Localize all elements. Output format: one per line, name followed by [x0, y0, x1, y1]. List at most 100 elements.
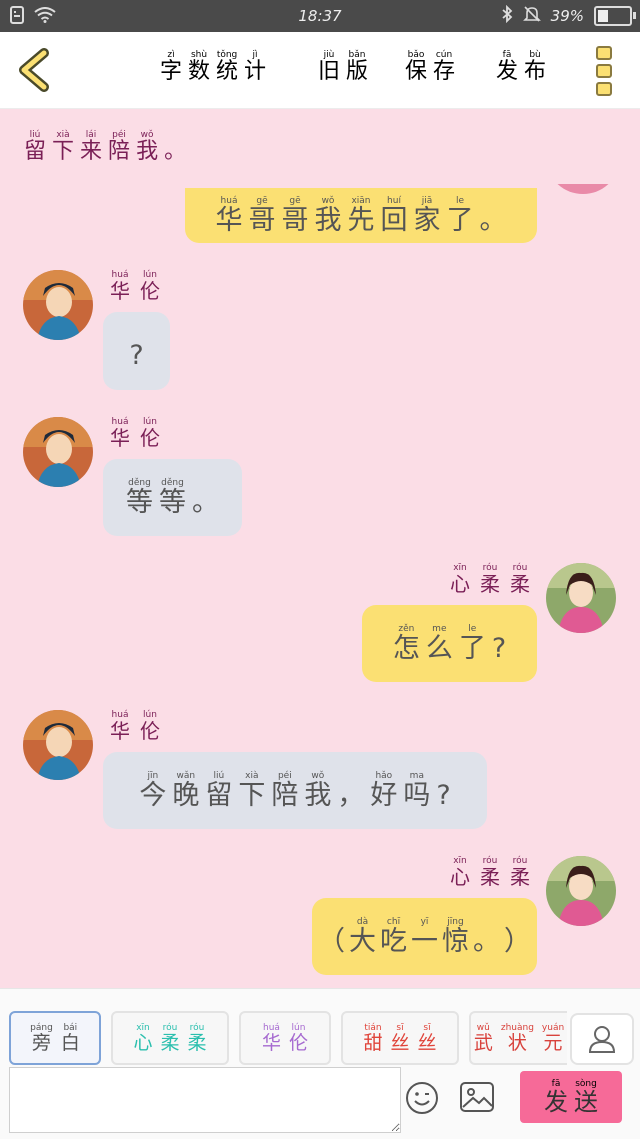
ruby-char: huá 华 [261, 1022, 281, 1054]
ruby-char: le 了 [458, 623, 486, 664]
ruby-char: le 了 [446, 195, 474, 236]
ruby-char: bái 白 [60, 1022, 80, 1054]
sender-name: huá 华 lún 伦 [110, 710, 160, 742]
message-text: （ dà 大 chī 吃 yī 一 jīng 惊 。 ） [318, 917, 531, 957]
sender-name: huá 华 lún 伦 [110, 270, 160, 302]
battery-icon [594, 6, 636, 26]
avatar-xinrourou[interactable] [546, 563, 616, 633]
ruby-char: huá 华 [110, 710, 130, 743]
scene-title: liú 留 xià 下 lái 来 péi 陪 wǒ 我 。 [24, 130, 186, 164]
ruby-char: zěn 怎 [392, 623, 420, 664]
menu-dot-icon [596, 82, 612, 96]
ruby-char: gē 哥 [248, 195, 276, 236]
ruby-char: wǒ 我 [136, 130, 159, 164]
ruby-char: ma 吗 [403, 770, 431, 811]
ruby-char: dà 大 [349, 916, 376, 957]
ruby-char: wǒ 我 [314, 195, 342, 236]
send-button[interactable]: fā 发 sòng 送 [520, 1071, 622, 1123]
message-bubble[interactable]: （ dà 大 chī 吃 yī 一 jīng 惊 。 ） [312, 898, 537, 975]
avatar-hualun[interactable] [23, 417, 93, 487]
ruby-char: gē 哥 [281, 195, 309, 236]
ruby-char: jiā 家 [413, 195, 441, 236]
ruby-char: róu 柔 [480, 563, 500, 596]
status-bar: 18:37 39% [0, 0, 640, 32]
ruby-char: jīng 惊 [442, 916, 469, 957]
emoji-button[interactable] [405, 1081, 439, 1115]
bluetooth-icon [501, 4, 513, 27]
sender-name: xīn 心 róu 柔 róu 柔 [450, 856, 530, 888]
sender-name: huá 华 lún 伦 [110, 417, 160, 449]
ruby-char: děng 等 [126, 477, 153, 518]
role-chip-tiansisi[interactable]: tián 甜 sī 丝 sī 丝 [341, 1011, 459, 1065]
ruby-char: fā 发 [496, 50, 519, 84]
muted-bell-icon [522, 5, 541, 27]
sender-name: xīn 心 róu 柔 róu 柔 [450, 563, 530, 595]
save-button[interactable]: bǎo 保 cún 存 [405, 50, 455, 84]
ruby-char: xīn 心 [450, 563, 470, 596]
ruby-char: xīn 心 [450, 856, 470, 889]
ruby-char: yuán 元 [541, 1022, 565, 1054]
ruby-char: ? [436, 779, 451, 811]
menu-dot-icon [596, 64, 612, 78]
ruby-char: lái 来 [80, 130, 103, 164]
message-text: děng 等 děng 等 。 [126, 478, 219, 518]
ruby-char: chī 吃 [380, 916, 407, 957]
menu-dot-icon [596, 46, 612, 60]
word-count-button[interactable]: zì 字 shù 数 tǒng 统 jì 计 [160, 50, 266, 84]
message-text: ? [129, 331, 143, 371]
ruby-char: hǎo 好 [370, 770, 398, 811]
ruby-char: bù 布 [524, 50, 547, 84]
ruby-char: cún 存 [433, 50, 456, 84]
ruby-char: lún 伦 [289, 1022, 309, 1054]
role-manage-button[interactable] [570, 1013, 634, 1065]
message-text: zěn 怎 me 么 le 了 ? [393, 624, 506, 664]
role-chip-narrator[interactable]: páng 旁 bái 白 [9, 1011, 101, 1065]
chevron-left-icon [19, 48, 49, 92]
ruby-char: fā 发 [544, 1078, 568, 1116]
more-menu-button[interactable] [596, 46, 616, 96]
message-input[interactable] [9, 1067, 401, 1133]
message-bubble[interactable]: jīn 今 wǎn 晚 liú 留 xià 下 péi 陪 wǒ 我 ， hǎo 好 ma 吗 … [103, 752, 487, 829]
ruby-char: ? [491, 632, 507, 664]
role-chip-wuzhuangyuan[interactable]: wǔ 武 zhuàng 状 yuán 元 [469, 1011, 567, 1065]
ruby-char: liú 留 [205, 770, 233, 811]
compose-panel: páng 旁 bái 白 xīn 心 róu 柔 róu 柔 huá 华 lún 伦 tián… [0, 988, 640, 1139]
ruby-char: huí 回 [380, 195, 408, 236]
ruby-char: tǒng 统 [216, 50, 239, 84]
message-bubble[interactable]: zěn 怎 me 么 le 了 ? [362, 605, 537, 682]
user-icon [588, 1026, 616, 1053]
battery-percent: 39% [550, 7, 584, 25]
ruby-char: yī 一 [411, 916, 438, 957]
ruby-char: lún 伦 [140, 270, 160, 303]
avatar-hualun[interactable] [23, 710, 93, 780]
ruby-char: me 么 [425, 623, 453, 664]
image-button[interactable] [459, 1081, 495, 1113]
ruby-char: lún 伦 [140, 417, 160, 450]
ruby-char: bǎo 保 [405, 50, 428, 84]
role-chip-xinrourou[interactable]: xīn 心 róu 柔 róu 柔 [111, 1011, 229, 1065]
back-button[interactable] [14, 48, 54, 92]
publish-button[interactable]: fā 发 bù 布 [496, 50, 546, 84]
ruby-char: páng 旁 [30, 1022, 53, 1054]
ruby-char: wǔ 武 [473, 1022, 493, 1054]
old-version-button[interactable]: jiù 旧 bǎn 版 [318, 50, 368, 84]
ruby-char: děng 等 [159, 477, 186, 518]
avatar-hualun[interactable] [23, 270, 93, 340]
ruby-char: huá 华 [110, 417, 130, 450]
message-bubble[interactable]: děng 等 děng 等 。 [103, 459, 242, 536]
ruby-char: jiù 旧 [318, 50, 341, 84]
ruby-char: sī 丝 [390, 1022, 410, 1054]
ruby-char: xià 下 [52, 130, 75, 164]
message-bubble[interactable]: ? [103, 312, 170, 390]
ruby-char: xià 下 [238, 770, 266, 811]
message-text: jīn 今 wǎn 晚 liú 留 xià 下 péi 陪 wǒ 我 ， hǎo 好 ma 吗 … [139, 771, 450, 811]
message-bubble[interactable]: huá 华 gē 哥 gē 哥 wǒ 我 xiān 先 huí 回 jiā 家 le 了 。 [185, 188, 537, 243]
ruby-char: shù 数 [188, 50, 211, 84]
avatar-xinrourou[interactable] [548, 184, 618, 194]
avatar-xinrourou[interactable] [546, 856, 616, 926]
ruby-char: róu 柔 [510, 856, 530, 889]
ruby-char: liú 留 [24, 130, 47, 164]
ruby-char: ， [337, 779, 365, 811]
role-chip-hualun[interactable]: huá 华 lún 伦 [239, 1011, 331, 1065]
ruby-char: （ [318, 925, 345, 957]
